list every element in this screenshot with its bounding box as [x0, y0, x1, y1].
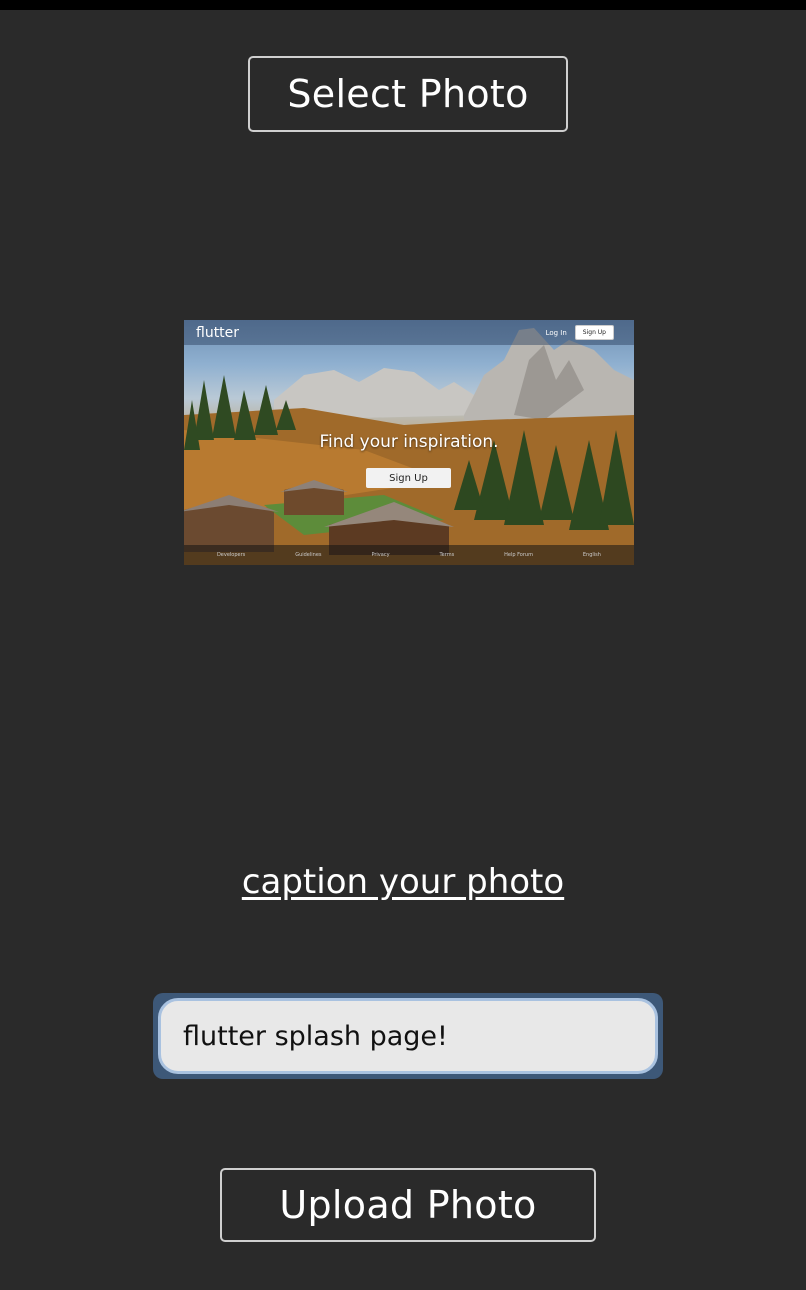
preview-footer-link: Privacy	[371, 552, 390, 558]
preview-logo: flutter	[196, 324, 240, 341]
caption-link[interactable]: caption your photo	[0, 862, 806, 902]
preview-navbar: flutter Log In Sign Up	[184, 320, 634, 345]
preview-footer-link: English	[582, 552, 601, 558]
caption-input[interactable]	[158, 998, 658, 1074]
preview-headline: Find your inspiration.	[319, 432, 499, 452]
caption-field-wrapper	[153, 993, 663, 1079]
preview-footer-link: Guidelines	[295, 552, 322, 558]
preview-signup-small: Sign Up	[574, 325, 614, 340]
top-bar	[0, 0, 806, 10]
preview-login-link: Log In	[545, 328, 567, 337]
preview-footer: Developers Guidelines Privacy Terms Help…	[184, 545, 634, 565]
preview-signup-button: Sign Up	[366, 468, 451, 488]
preview-footer-link: Developers	[216, 552, 246, 558]
upload-photo-button[interactable]: Upload Photo	[220, 1168, 596, 1242]
preview-footer-link: Terms	[439, 552, 455, 558]
select-photo-button[interactable]: Select Photo	[248, 56, 568, 132]
photo-preview: flutter Log In Sign Up Find your inspira…	[184, 320, 634, 565]
preview-footer-link: Help Forum	[504, 552, 533, 558]
